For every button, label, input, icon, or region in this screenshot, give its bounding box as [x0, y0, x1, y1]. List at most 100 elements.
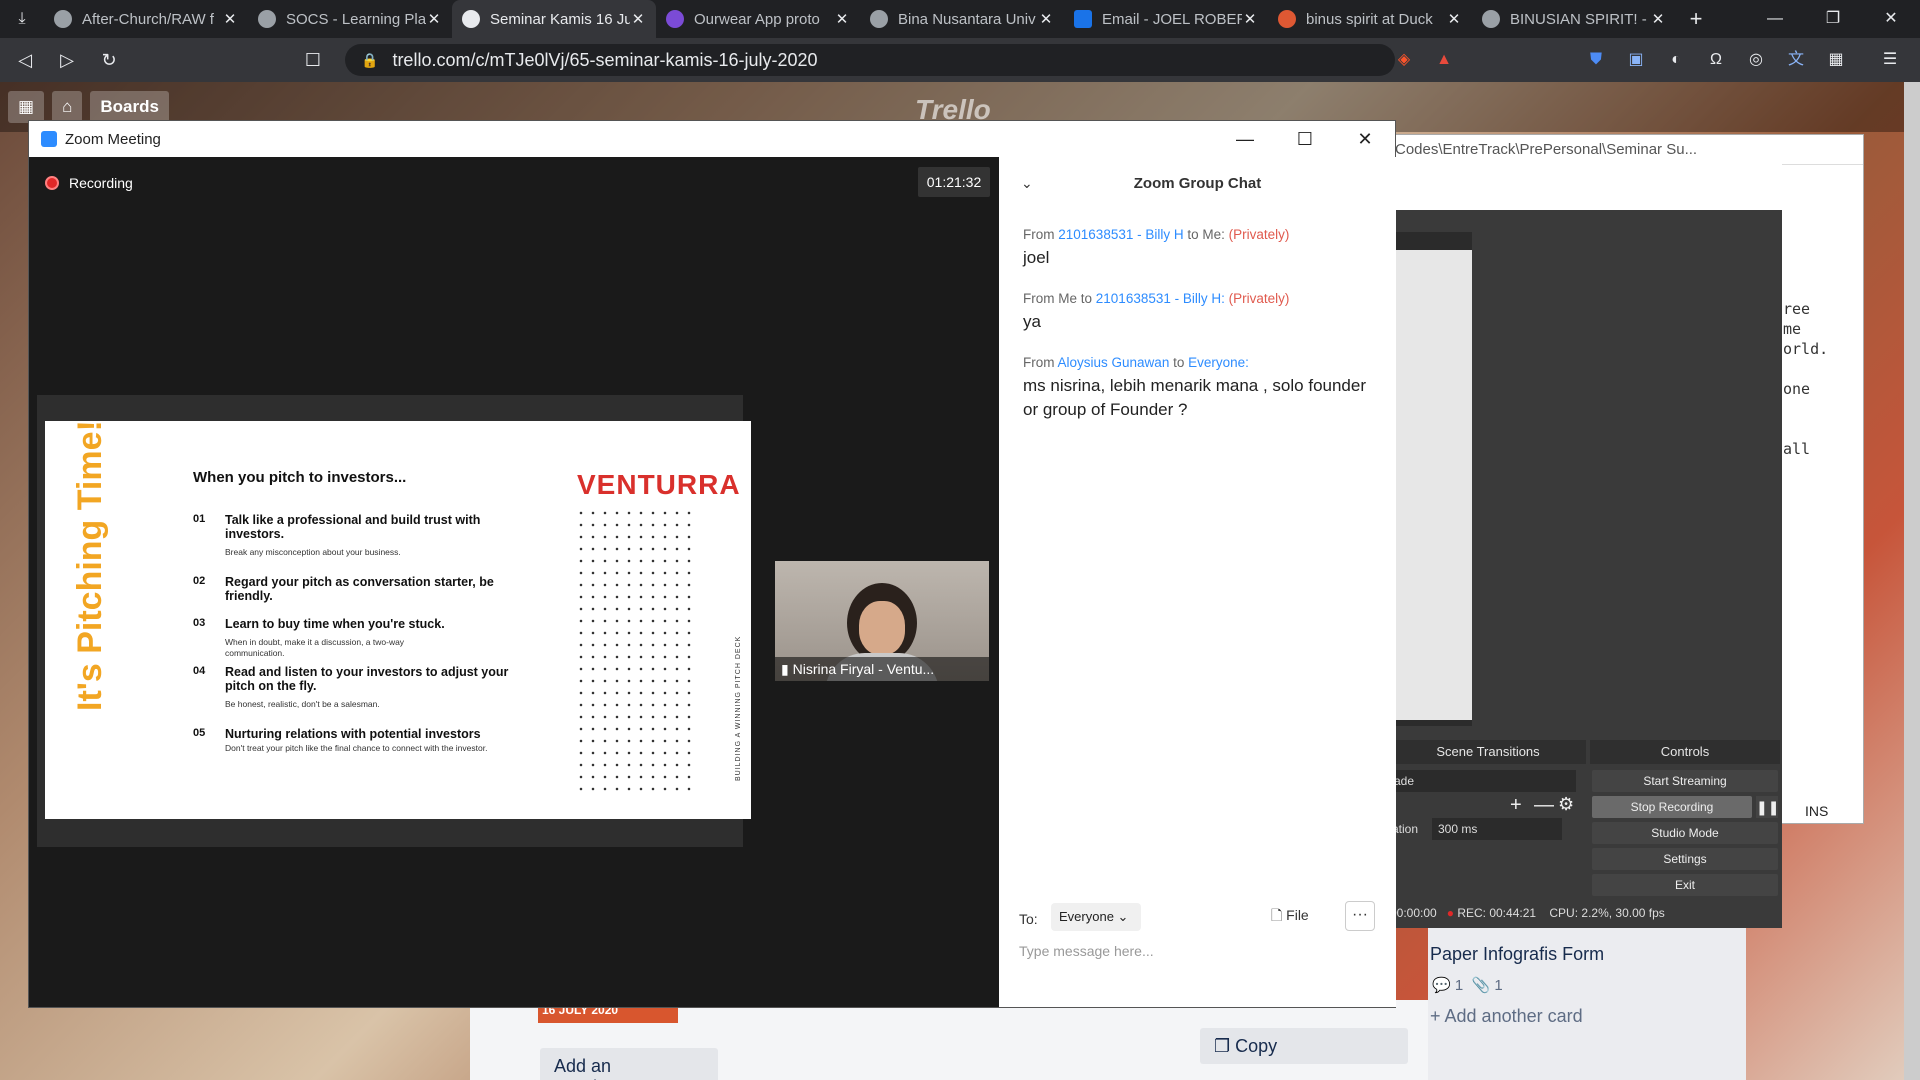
bookmark-icon[interactable]: ☐: [296, 50, 330, 71]
chevron-down-icon[interactable]: ⌄: [1021, 175, 1033, 192]
obs-preview-canvas: [1394, 250, 1472, 720]
browser-tab-active[interactable]: Seminar Kamis 16 Ju ✕: [452, 0, 656, 38]
minimize-icon[interactable]: —: [1746, 0, 1804, 38]
message-meta: From Me to 2101638531 - Billy H: (Privat…: [1023, 291, 1373, 306]
card-title[interactable]: Paper Infografis Form: [1430, 944, 1604, 965]
obs-gear-icon[interactable]: ⚙: [1558, 794, 1574, 815]
chat-recipient-select[interactable]: Everyone ⌄: [1051, 903, 1141, 931]
add-attachment-button[interactable]: Add an attachment: [540, 1048, 718, 1080]
browser-tab[interactable]: After-Church/RAW f ✕: [44, 0, 248, 38]
trello-list: Paper Infografis Form 💬 1 📎 1 + Add anot…: [1428, 920, 1746, 1080]
chat-to-label: To:: [1019, 911, 1038, 927]
minimize-icon[interactable]: —: [1215, 121, 1275, 157]
point-number: 03: [193, 617, 206, 629]
obs-minus-icon[interactable]: —: [1534, 794, 1554, 817]
stop-recording-button[interactable]: Stop Recording: [1592, 796, 1752, 818]
editor-code[interactable]: ree me orld. one all: [1783, 299, 1828, 459]
site-icon: [1482, 10, 1500, 28]
recording-icon: [45, 176, 59, 190]
recording-indicator[interactable]: Recording: [45, 175, 133, 191]
zoom-title: Zoom Meeting: [65, 130, 161, 148]
rewards-icon[interactable]: ▲: [1430, 46, 1458, 74]
new-tab-button[interactable]: +: [1676, 6, 1716, 32]
apps-icon[interactable]: ▦: [8, 91, 45, 123]
point-number: 01: [193, 513, 206, 525]
home-icon[interactable]: ⌂: [52, 91, 83, 123]
obs-status-bar: 00:00:00 ● REC: 00:44:21 CPU: 2.2%, 30.0…: [1390, 906, 1665, 920]
browser-tab[interactable]: Ourwear App proto ✕: [656, 0, 860, 38]
file-button[interactable]: 🗋 File: [1271, 905, 1309, 929]
page-scrollbar[interactable]: [1904, 82, 1920, 1080]
extension-icon[interactable]: ◎: [1742, 46, 1770, 74]
sender-name[interactable]: Aloysius Gunawan: [1058, 355, 1170, 370]
browser-tab[interactable]: SOCS - Learning Pla ✕: [248, 0, 452, 38]
obs-plus-icon[interactable]: +: [1510, 794, 1522, 817]
to-label: to: [1173, 355, 1185, 370]
close-tab-icon[interactable]: ✕: [426, 10, 442, 28]
restore-icon[interactable]: ❐: [1804, 0, 1862, 38]
obs-scene-transitions-title: Scene Transitions: [1390, 740, 1586, 764]
close-icon[interactable]: ✕: [1335, 121, 1395, 157]
slide-side-text: BUILDING A WINNING PITCH DECK: [735, 635, 742, 781]
close-tab-icon[interactable]: ✕: [834, 10, 850, 28]
obs-transition-select[interactable]: ade: [1390, 770, 1576, 792]
zoom-window-controls: — ☐ ✕: [1215, 121, 1395, 157]
from-label: From Me to: [1023, 291, 1093, 306]
translate-icon[interactable]: 文: [1782, 46, 1810, 74]
start-streaming-button[interactable]: Start Streaming: [1592, 770, 1778, 792]
speaker-video-tile[interactable]: ▮ Nisrina Firyal - Ventu...: [775, 561, 989, 681]
close-tab-icon[interactable]: ✕: [1038, 10, 1054, 28]
extension-icon[interactable]: ◐: [1662, 46, 1690, 74]
recipient-name[interactable]: Everyone:: [1188, 355, 1249, 370]
add-card-button[interactable]: + Add another card: [1430, 1006, 1583, 1027]
bitwarden-icon[interactable]: ⛊: [1582, 46, 1610, 74]
extension-icon[interactable]: Ω: [1702, 46, 1730, 74]
chat-message: From 2101638531 - Billy H to Me: (Privat…: [1023, 227, 1373, 270]
chat-message-input[interactable]: Type message here...: [1019, 943, 1369, 959]
extension-icon[interactable]: ▦: [1822, 46, 1850, 74]
sender-name[interactable]: 2101638531 - Billy H: [1058, 227, 1183, 242]
brave-shield-icon[interactable]: ◈: [1390, 46, 1418, 74]
download-icon[interactable]: ⤓: [0, 0, 44, 38]
site-icon: [870, 10, 888, 28]
close-tab-icon[interactable]: ✕: [222, 10, 238, 28]
close-tab-icon[interactable]: ✕: [1242, 10, 1258, 28]
code-line: orld.: [1783, 340, 1829, 358]
obs-duration-input[interactable]: 300 ms: [1432, 818, 1562, 840]
browser-tab[interactable]: binus spirit at Duck ✕: [1268, 0, 1472, 38]
copy-button[interactable]: ❐ Copy: [1200, 1028, 1408, 1064]
zoom-logo-icon: [41, 131, 57, 147]
extension-off-icon[interactable]: ▣: [1622, 46, 1650, 74]
presentation-slide: It's Pitching Time! When you pitch to in…: [45, 420, 751, 819]
attachment-count: 1: [1494, 977, 1503, 994]
back-icon[interactable]: ◁: [8, 50, 42, 71]
rec-dot-icon: ●: [1446, 906, 1454, 920]
forward-icon[interactable]: ▷: [50, 50, 84, 71]
point-subtext: Break any misconception about your busin…: [225, 547, 401, 557]
settings-button[interactable]: Settings: [1592, 848, 1778, 870]
address-bar[interactable]: 🔒 trello.com/c/mTJe0lVj/65-seminar-kamis…: [345, 44, 1395, 76]
attachment-icon: 📎: [1471, 977, 1495, 994]
url-text: trello.com/c/mTJe0lVj/65-seminar-kamis-1…: [392, 49, 818, 70]
studio-mode-button[interactable]: Studio Mode: [1592, 822, 1778, 844]
close-tab-icon[interactable]: ✕: [1446, 10, 1462, 28]
browser-tab[interactable]: Bina Nusantara Univ ✕: [860, 0, 1064, 38]
boards-button[interactable]: Boards: [90, 91, 169, 123]
reload-icon[interactable]: ↻: [92, 50, 126, 71]
maximize-icon[interactable]: ☐: [1275, 121, 1335, 157]
outlook-icon: [1074, 10, 1092, 28]
exit-button[interactable]: Exit: [1592, 874, 1778, 896]
close-tab-icon[interactable]: ✕: [630, 10, 646, 28]
tab-title: binus spirit at Duck: [1306, 10, 1433, 28]
pause-icon[interactable]: ❚❚: [1756, 796, 1779, 818]
browser-tab[interactable]: BINUSIAN SPIRIT! - ✕: [1472, 0, 1676, 38]
browser-tab[interactable]: Email - JOEL ROBER ✕: [1064, 0, 1268, 38]
close-tab-icon[interactable]: ✕: [1650, 10, 1666, 28]
trello-icon: [462, 10, 480, 28]
close-icon[interactable]: ✕: [1862, 0, 1920, 38]
browser-window-controls: — ❐ ✕: [1746, 0, 1920, 38]
speaker-name: Nisrina Firyal - Ventu...: [792, 661, 935, 677]
menu-icon[interactable]: ☰: [1876, 46, 1904, 74]
more-options-button[interactable]: ···: [1345, 901, 1375, 931]
sender-name[interactable]: 2101638531 - Billy H:: [1096, 291, 1225, 306]
